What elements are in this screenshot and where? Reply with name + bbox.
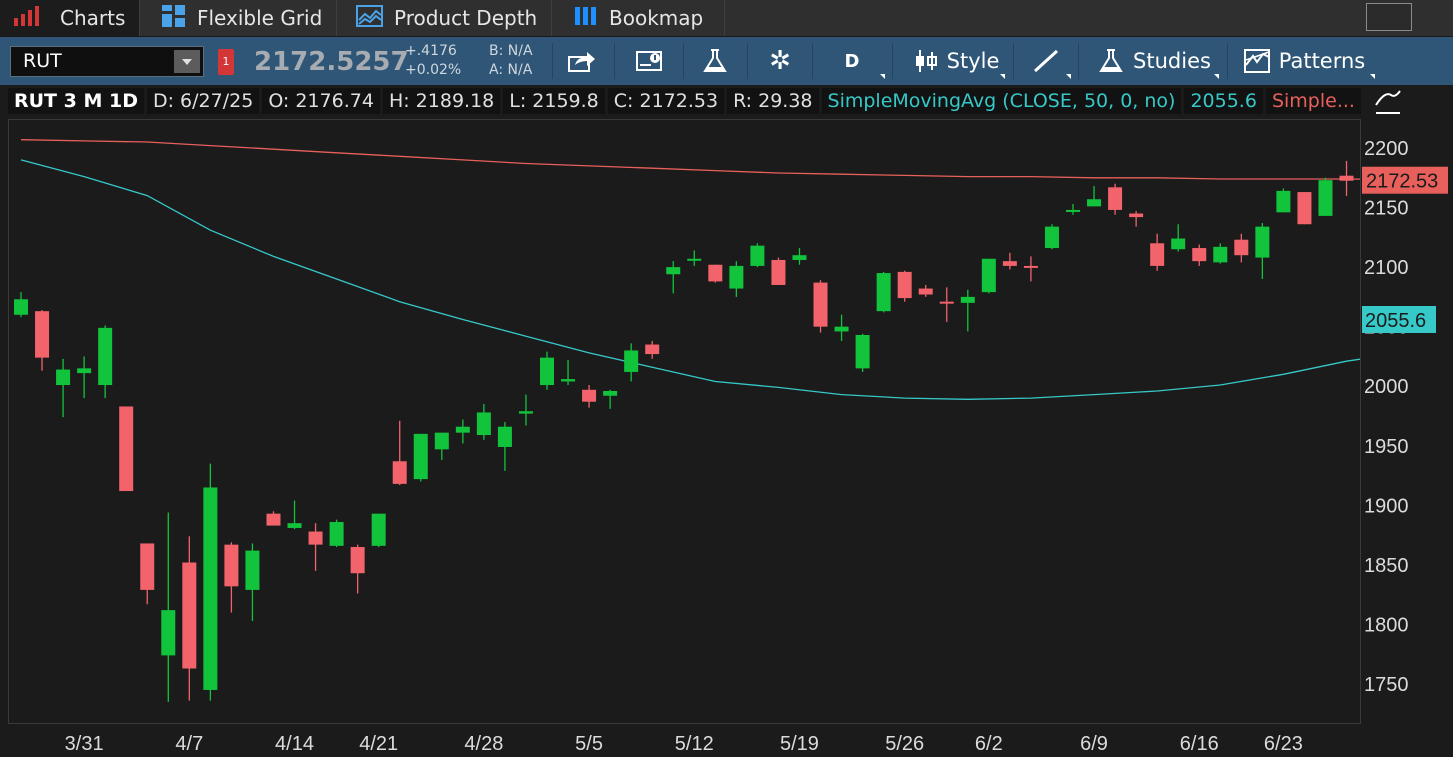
candle-body [182, 562, 197, 669]
candle-body [1066, 209, 1080, 212]
y-tick-label: 1900 [1364, 495, 1409, 517]
x-tick-label: 6/16 [1180, 733, 1219, 755]
x-tick-label: 5/19 [780, 733, 819, 755]
x-tick-label: 6/23 [1264, 733, 1303, 755]
candle-body [518, 411, 533, 414]
x-tick-label: 5/5 [575, 733, 603, 755]
candle-body [540, 357, 554, 386]
candle-body [1255, 226, 1270, 258]
x-tick-label: 5/12 [675, 733, 714, 755]
candle-body [1276, 190, 1291, 213]
candle-body [245, 550, 260, 590]
candle-body [1002, 261, 1017, 266]
candle-body [1213, 246, 1228, 263]
candle-body [371, 513, 386, 546]
candle-body [1087, 199, 1102, 207]
price-chart: 1750180018501900195020002050210021502200… [14, 138, 1448, 755]
candle-body [224, 544, 239, 587]
candle-body [960, 296, 975, 303]
candle-body [266, 513, 281, 526]
candle-body [918, 288, 933, 295]
candle-body [1150, 243, 1165, 266]
candle-body [897, 271, 912, 299]
x-tick-label: 6/2 [975, 733, 1003, 755]
candle-body [876, 273, 891, 312]
y-tick-label: 1750 [1364, 674, 1409, 696]
y-tick-label: 2150 [1364, 198, 1409, 220]
candle-body [287, 523, 302, 528]
candle-body [56, 369, 71, 386]
x-tick-label: 5/26 [885, 733, 924, 755]
candle-body [939, 301, 954, 304]
candle-body [1171, 238, 1186, 250]
candle-body [771, 259, 786, 285]
candle-body [203, 487, 218, 690]
candle-body [855, 335, 870, 369]
candle-body [1023, 265, 1038, 268]
candle-body [476, 412, 491, 436]
candle-body [624, 350, 639, 372]
candle-body [645, 344, 660, 355]
y-tick-label: 2200 [1364, 138, 1409, 160]
y-tick-label: 1800 [1364, 614, 1409, 636]
candle-body [981, 258, 996, 293]
candle-body [582, 389, 597, 402]
candle-body [834, 326, 849, 332]
candle-body [77, 368, 92, 374]
candle-body [1192, 248, 1207, 262]
candle-body [1234, 239, 1249, 256]
y-tick-label: 1950 [1364, 436, 1409, 458]
y-tick-label: 2100 [1364, 257, 1409, 279]
candle-body [708, 264, 723, 282]
candle-body [392, 461, 407, 484]
candle-body [119, 406, 134, 492]
candle-body [1044, 226, 1059, 249]
candle-body [98, 327, 113, 386]
candle-body [561, 379, 576, 382]
candle-body [329, 522, 344, 546]
candle-body [35, 311, 50, 358]
x-tick-label: 4/14 [275, 733, 314, 755]
candle-body [434, 432, 449, 450]
candle-body [1318, 180, 1333, 216]
candle-body [792, 255, 807, 260]
candle-body [14, 299, 28, 315]
candle-body [729, 265, 744, 289]
candle-body [308, 531, 323, 545]
sma50-badge-text: 2055.6 [1365, 310, 1426, 332]
candle-body [413, 433, 428, 480]
candle-body [140, 543, 155, 590]
candle-body [666, 267, 681, 275]
x-tick-label: 4/21 [359, 733, 398, 755]
candle-body [350, 547, 365, 574]
candle-body [1297, 192, 1312, 225]
candle-body [1339, 175, 1354, 181]
candle-body [161, 610, 176, 656]
last-price-badge-text: 2172.53 [1366, 171, 1438, 193]
x-tick-label: 4/28 [464, 733, 503, 755]
candle-body [687, 258, 702, 261]
x-tick-label: 6/9 [1080, 733, 1108, 755]
candle-body [1129, 213, 1144, 218]
x-tick-label: 4/7 [175, 733, 203, 755]
candle-body [813, 282, 828, 327]
sma200-line [20, 139, 1360, 180]
candle-body [455, 426, 470, 433]
candle-body [497, 426, 512, 447]
candle-body [603, 390, 618, 396]
y-tick-label: 1850 [1364, 555, 1409, 577]
candle-body [1108, 187, 1123, 210]
y-tick-label: 2000 [1364, 376, 1409, 398]
candle-body [750, 245, 765, 266]
x-tick-label: 3/31 [65, 733, 104, 755]
